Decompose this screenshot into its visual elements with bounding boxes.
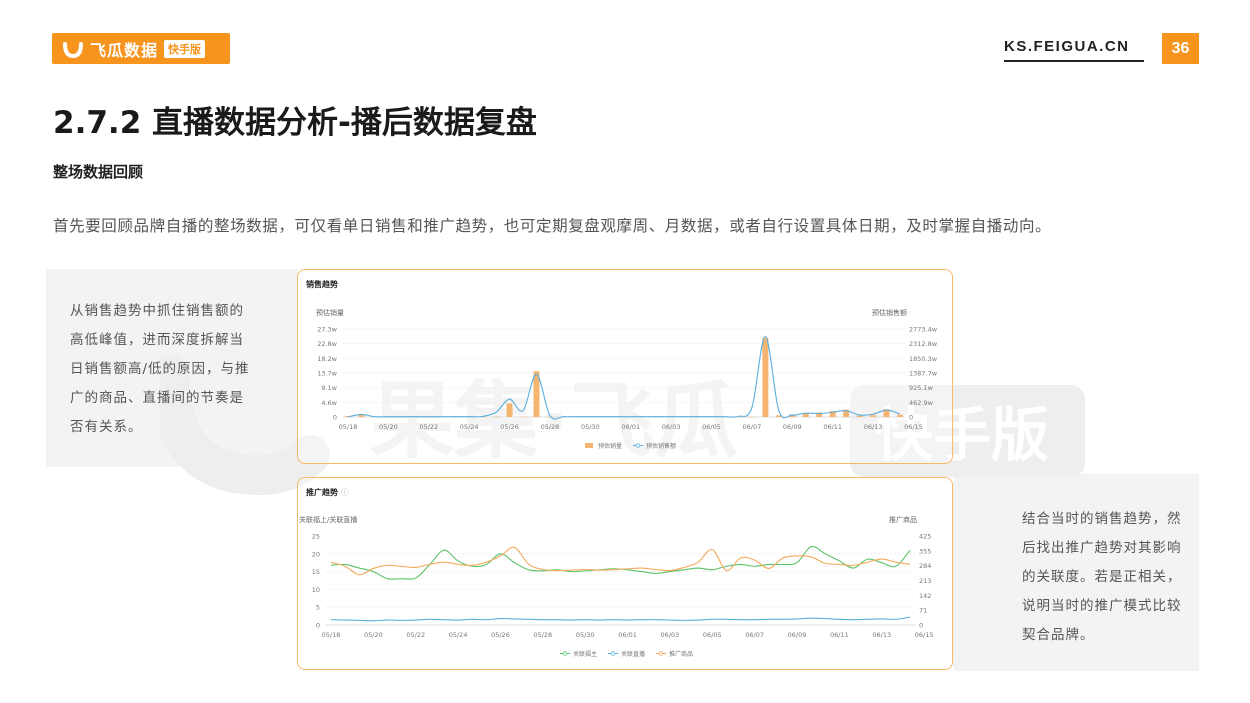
feigua-logo-icon — [63, 41, 83, 58]
series-line — [330, 616, 911, 622]
right-tick-label: 925.1w — [909, 384, 934, 392]
left-tick-label: 0 — [316, 622, 320, 630]
x-tick-label: 06/03 — [661, 631, 680, 639]
right-tick-label: 355 — [919, 547, 931, 555]
right-tick-label: 213 — [919, 577, 931, 585]
legend-swatch — [585, 443, 593, 448]
bar — [856, 415, 863, 417]
left-tick-label: 13.7w — [317, 370, 337, 378]
legend-label: 预估销量 — [598, 442, 622, 450]
left-tick-label: 22.8w — [317, 340, 337, 348]
right-tick-label: 462.9w — [909, 399, 934, 407]
x-tick-label: 05/26 — [500, 423, 519, 431]
left-tick-label: 10 — [312, 586, 320, 594]
sales-trend-card: 销售趋势 预估销量 预估销售额 0 4.6w 9.1w 13.7w 18.2w 22.8w 27… — [297, 269, 953, 464]
left-axis-title: 预估销量 — [316, 308, 344, 317]
left-tick-label: 18.2w — [317, 355, 337, 363]
x-tick-label: 05/18 — [339, 423, 358, 431]
left-tick-label: 15 — [312, 568, 320, 576]
logo-badge: 快手版 — [164, 39, 206, 58]
right-tick-label: 1387.7w — [909, 370, 938, 378]
left-note: 从销售趋势中抓住销售额的高低峰值，进而深度拆解当日销售额高/低的原因，与推广的商… — [70, 303, 250, 435]
bar — [870, 415, 877, 417]
x-tick-label: 06/07 — [745, 631, 764, 639]
right-tick-label: 1850.3w — [909, 355, 938, 363]
right-tick-label: 142 — [919, 592, 931, 600]
bar — [897, 414, 903, 417]
x-tick-label: 05/26 — [491, 631, 510, 639]
bar — [546, 416, 553, 418]
x-tick-label: 05/20 — [379, 423, 398, 431]
legend-marker — [635, 443, 641, 448]
legend-label: 推广商品 — [669, 650, 693, 658]
logo-text: 飞瓜数据 — [90, 40, 159, 60]
bar — [762, 337, 769, 417]
site-url[interactable]: KS.FEIGUA.CN — [1004, 38, 1130, 55]
x-tick-label: 05/24 — [460, 423, 479, 431]
x-tick-label: 05/30 — [581, 423, 600, 431]
left-tick-label: 27.3w — [317, 326, 337, 334]
site-underline — [1004, 60, 1144, 62]
x-tick-label: 06/15 — [904, 423, 923, 431]
x-tick-label: 05/22 — [419, 423, 438, 431]
bar — [520, 416, 527, 418]
right-tick-label: 2312.8w — [909, 340, 938, 348]
x-tick-label: 06/13 — [872, 631, 891, 639]
legend-marker — [610, 651, 616, 656]
x-tick-label: 06/09 — [788, 631, 807, 639]
right-tick-label: 71 — [919, 607, 927, 615]
right-tick-label: 2773.4w — [909, 326, 938, 334]
x-tick-label: 06/05 — [702, 423, 721, 431]
x-tick-label: 06/13 — [864, 423, 883, 431]
x-tick-label: 06/07 — [743, 423, 762, 431]
left-tick-label: 25 — [312, 533, 320, 541]
promotion-trend-card: 推广趋势 ⓘ 关联福上/关联直播 推广商品 0 5 10 15 20 25 0 71 142 213 2… — [297, 477, 953, 670]
left-tick-label: 20 — [312, 550, 320, 558]
x-tick-label: 06/05 — [703, 631, 722, 639]
right-axis-title: 推广商品 — [889, 515, 917, 524]
legend-label: 预估销售额 — [646, 442, 676, 450]
promotion-trend-chart: 关联福上/关联直播 推广商品051015202507114221328435542… — [299, 515, 934, 658]
feigua-logo: 飞瓜数据 快手版 — [52, 33, 230, 64]
page-number: 36 — [1162, 33, 1199, 64]
legend-label: 关联直播 — [621, 650, 645, 658]
section-subtitle: 整场数据回顾 — [53, 163, 144, 181]
right-tick-label: 425 — [919, 533, 931, 541]
legend-marker — [562, 651, 568, 656]
right-tick-label: 0 — [909, 414, 913, 422]
series-line — [330, 546, 911, 576]
x-tick-label: 05/22 — [406, 631, 425, 639]
right-axis-title: 预估销售额 — [872, 308, 907, 317]
x-tick-label: 05/18 — [322, 631, 341, 639]
bar — [748, 416, 755, 418]
section-description: 首先要回顾品牌自播的整场数据，可仅看单日销售和推广趋势，也可定期复盘观摩周、月数… — [53, 217, 1052, 235]
x-tick-label: 05/28 — [541, 423, 560, 431]
left-tick-label: 5 — [316, 604, 320, 612]
legend-label: 关联福主 — [573, 650, 597, 658]
x-tick-label: 06/09 — [783, 423, 802, 431]
x-tick-label: 05/30 — [576, 631, 595, 639]
right-note: 结合当时的销售趋势，然后找出推广趋势对其影响的关联度。若是正相关，说明当时的推广… — [1022, 511, 1182, 643]
left-tick-label: 9.1w — [321, 384, 337, 392]
bar — [493, 416, 500, 418]
x-tick-label: 06/03 — [662, 423, 681, 431]
left-tick-label: 0 — [333, 414, 337, 422]
left-axis-title: 关联福上/关联直播 — [299, 515, 357, 524]
x-tick-label: 05/20 — [364, 631, 383, 639]
right-tick-label: 284 — [919, 562, 931, 570]
x-tick-label: 06/11 — [830, 631, 849, 639]
left-tick-label: 4.6w — [321, 399, 337, 407]
x-tick-label: 06/15 — [915, 631, 934, 639]
legend-marker — [658, 651, 664, 656]
x-tick-label: 05/24 — [449, 631, 468, 639]
x-tick-label: 05/28 — [533, 631, 552, 639]
x-tick-label: 06/11 — [823, 423, 842, 431]
x-tick-label: 06/01 — [618, 631, 637, 639]
sales-trend-chart: 预估销量 预估销售额04.6w9.1w13.7w18.2w22.8w27.3w04… — [316, 308, 938, 450]
series-line — [347, 335, 901, 420]
bar — [506, 403, 513, 417]
x-tick-label: 06/01 — [621, 423, 640, 431]
page-title: 2.7.2 直播数据分析-播后数据复盘 — [53, 105, 537, 141]
right-tick-label: 0 — [919, 622, 923, 630]
